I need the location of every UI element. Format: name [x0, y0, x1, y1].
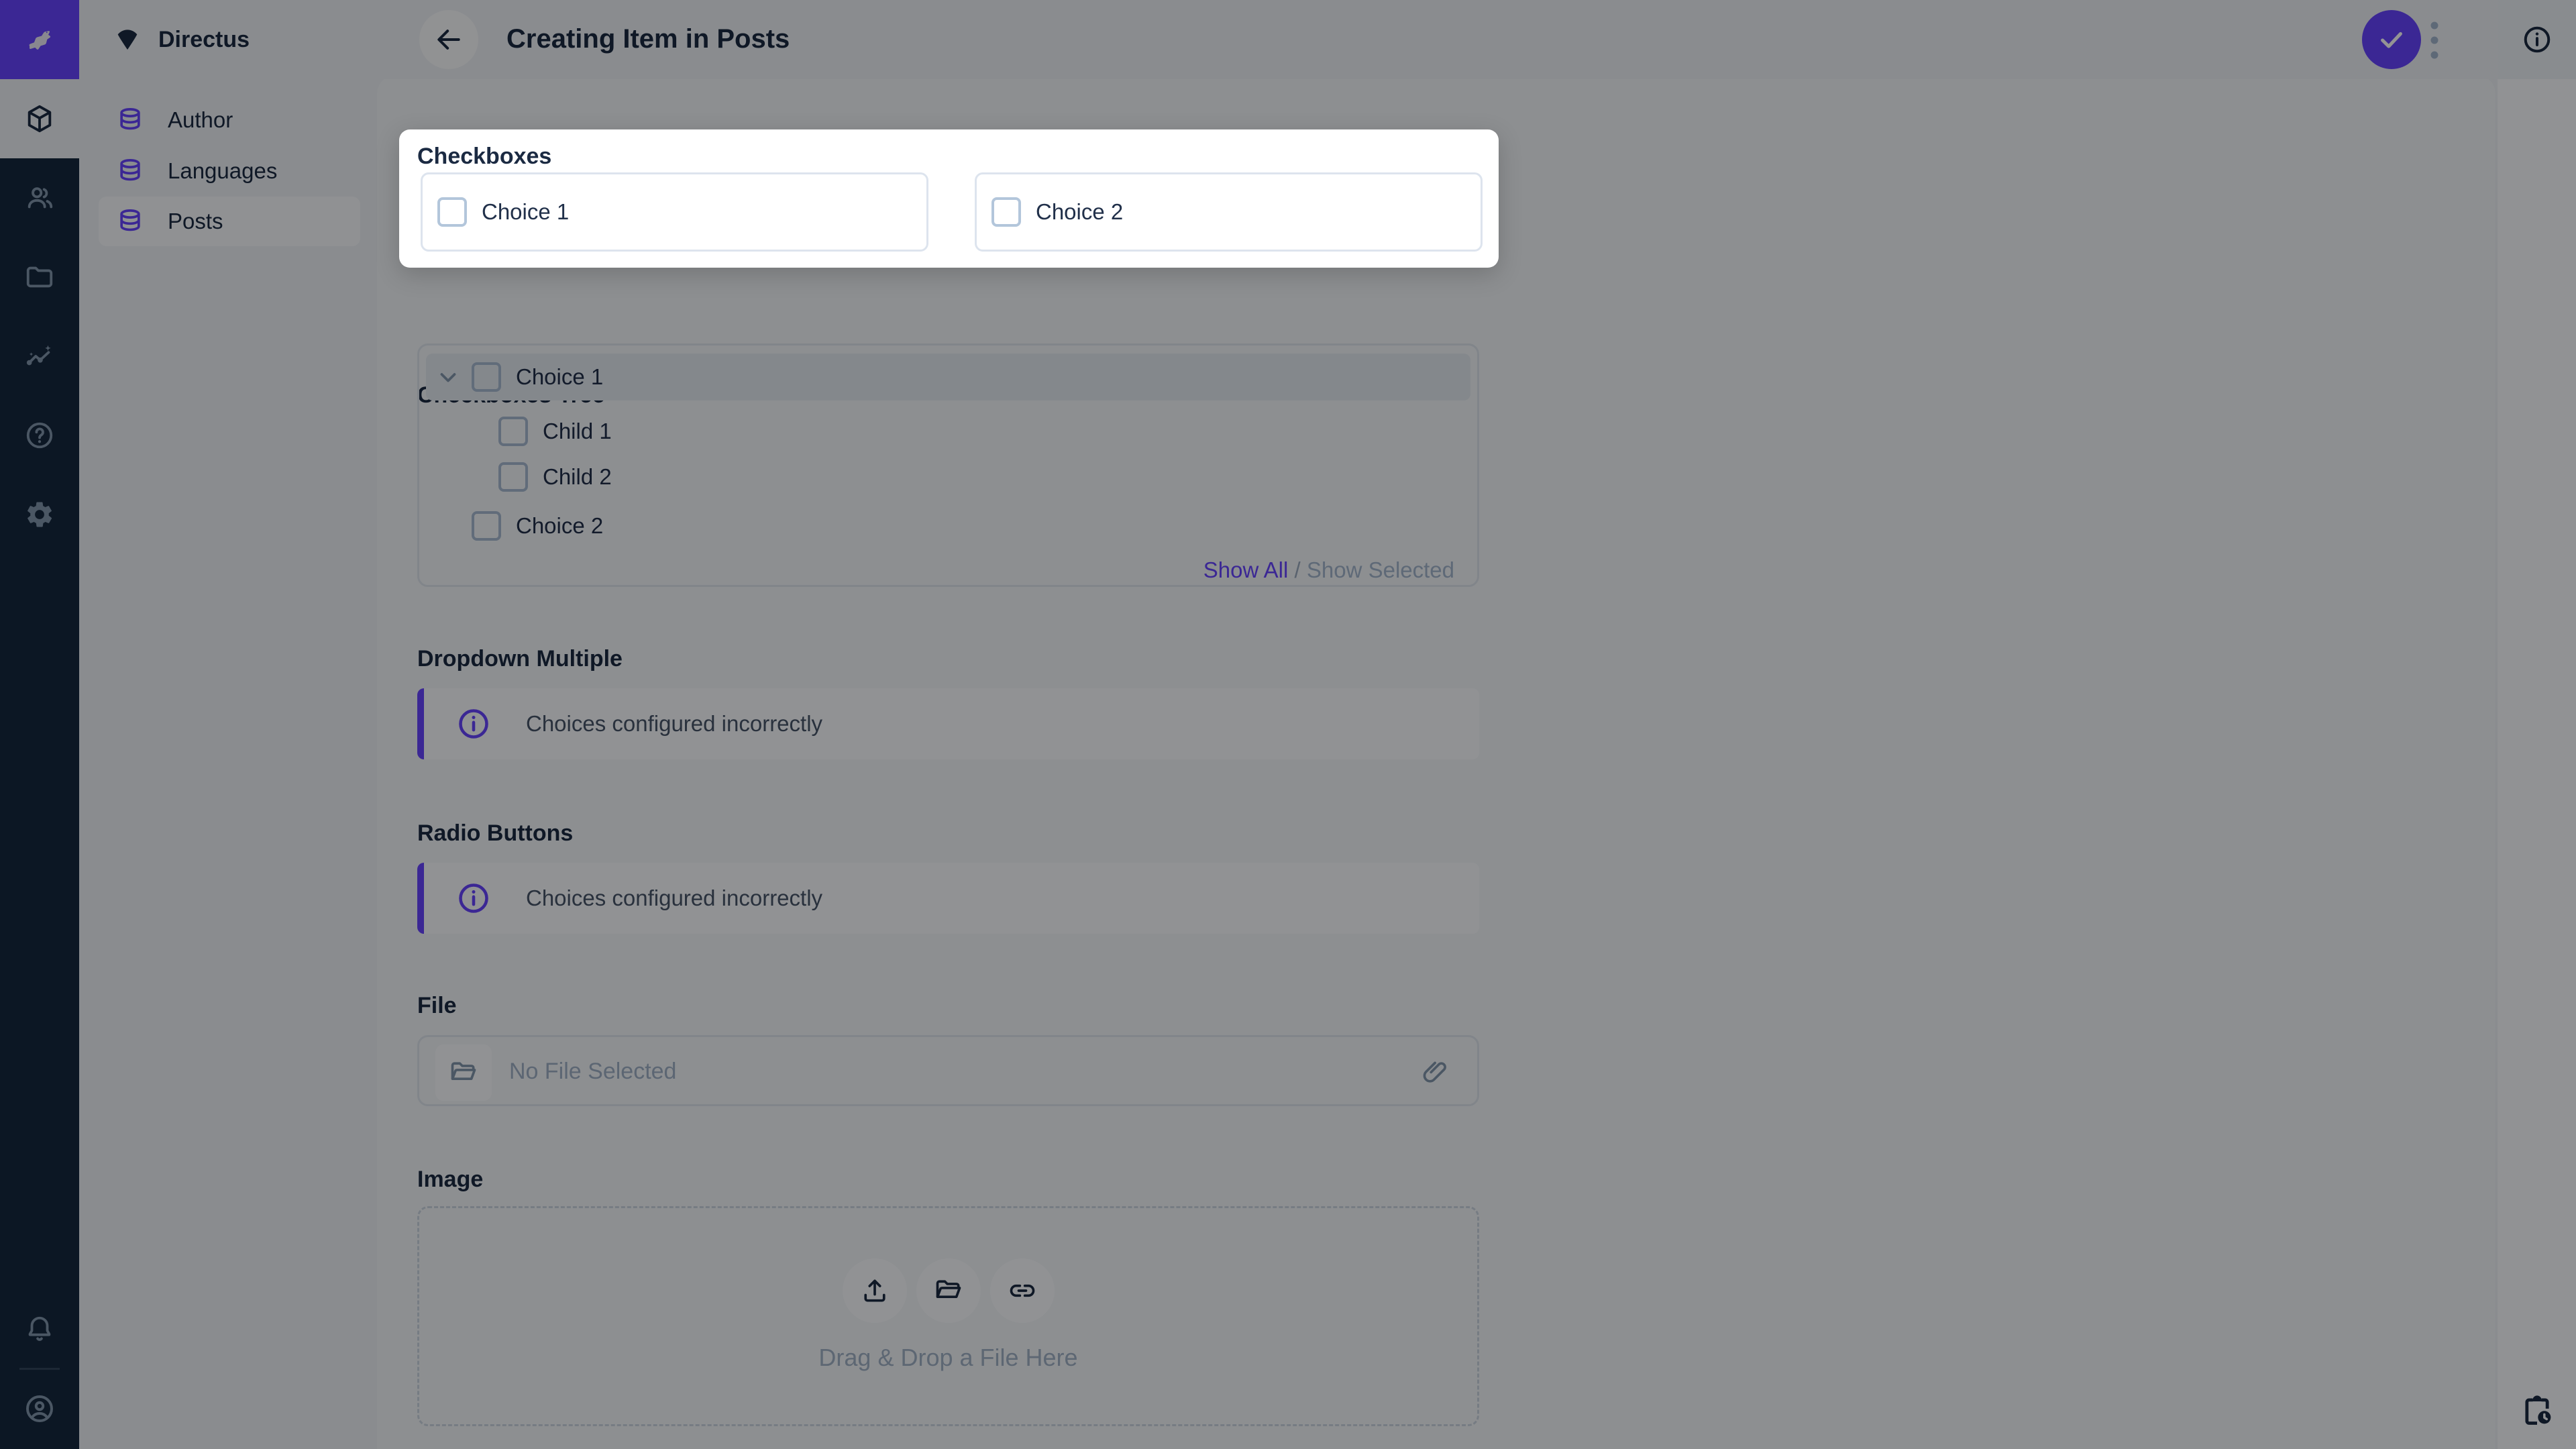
checkboxes-field-spotlight: Checkboxes Choice 1 Choice 2 — [399, 129, 1499, 268]
checkbox-option-choice-2[interactable]: Choice 2 — [975, 172, 1483, 252]
checkbox-label: Choice 1 — [482, 199, 569, 225]
checkbox[interactable] — [991, 197, 1021, 227]
checkbox-option-choice-1[interactable]: Choice 1 — [421, 172, 928, 252]
checkbox[interactable] — [437, 197, 467, 227]
field-label-checkboxes: Checkboxes — [417, 144, 551, 170]
checkbox-label: Choice 2 — [1036, 199, 1123, 225]
